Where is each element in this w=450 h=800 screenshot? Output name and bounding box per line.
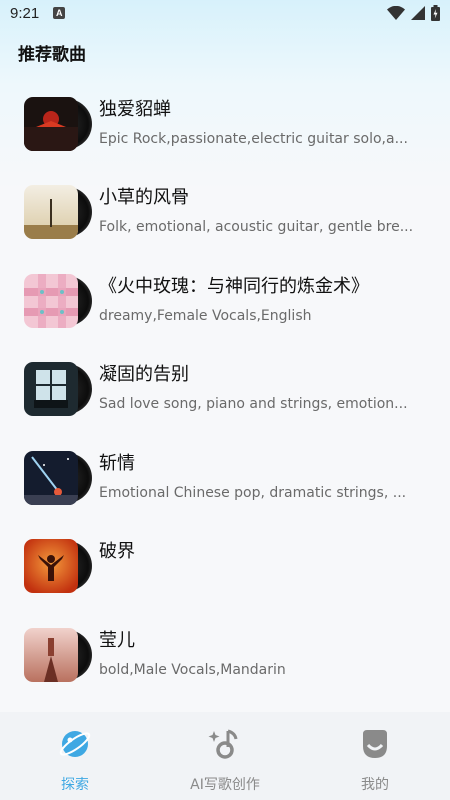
song-description: Sad love song, piano and strings, emotio…	[99, 396, 408, 412]
song-item-3[interactable]: 《火中玫瑰：与神同行的炼金术》 dreamy,Female Vocals,Eng…	[0, 261, 450, 341]
cell-signal-icon	[411, 6, 425, 20]
song-text: 破界	[99, 540, 434, 572]
status-bar: 9:21 A	[0, 0, 450, 26]
song-cover-2	[24, 185, 78, 239]
song-description: Emotional Chinese pop, dramatic strings,…	[99, 485, 407, 501]
song-text: 独爱貂蝉 Epic Rock,passionate,electric guita…	[99, 98, 434, 148]
song-item-7[interactable]: 莹儿 bold,Male Vocals,Mandarin	[0, 615, 450, 695]
battery-icon	[431, 5, 440, 21]
song-item-2[interactable]: 小草的风骨 Folk, emotional, acoustic guitar, …	[0, 172, 450, 252]
song-cover-wrap	[24, 97, 92, 151]
song-text: 《火中玫瑰：与神同行的炼金术》 dreamy,Female Vocals,Eng…	[99, 275, 434, 325]
tab-label: 探索	[61, 777, 89, 793]
song-text: 莹儿 bold,Male Vocals,Mandarin	[99, 629, 434, 679]
header: 推荐歌曲	[18, 40, 86, 65]
song-description: dreamy,Female Vocals,English	[99, 308, 312, 324]
song-cover-wrap	[24, 362, 92, 416]
song-item-1[interactable]: 独爱貂蝉 Epic Rock,passionate,electric guita…	[0, 84, 450, 164]
song-cover-3	[24, 274, 78, 328]
tab-explore[interactable]: 探索	[0, 712, 150, 800]
cover-art-pink-plaid	[24, 274, 78, 328]
song-item-4[interactable]: 凝固的告别 Sad love song, piano and strings, …	[0, 349, 450, 429]
song-title: 独爱貂蝉	[99, 99, 171, 120]
tab-mine[interactable]: 我的	[300, 712, 450, 800]
song-cover-wrap	[24, 274, 92, 328]
song-cover-7	[24, 628, 78, 682]
music-note-sparkle-icon	[208, 727, 242, 761]
song-cover-wrap	[24, 539, 92, 593]
page-title: 推荐歌曲	[18, 45, 86, 65]
song-title: 莹儿	[99, 630, 135, 651]
song-description: Epic Rock,passionate,electric guitar sol…	[99, 131, 408, 147]
notification-a-icon: A	[53, 7, 66, 19]
song-cover-4	[24, 362, 78, 416]
cover-art-fire-figure	[24, 539, 78, 593]
bottom-nav: 探索 AI写歌创作 我的	[0, 712, 450, 800]
status-left: 9:21 A	[10, 4, 66, 22]
song-text: 小草的风骨 Folk, emotional, acoustic guitar, …	[99, 186, 434, 236]
song-cover-wrap	[24, 451, 92, 505]
song-title: 凝固的告别	[99, 364, 189, 385]
song-text: 斩情 Emotional Chinese pop, dramatic strin…	[99, 452, 434, 502]
song-cover-6	[24, 539, 78, 593]
song-item-5[interactable]: 斩情 Emotional Chinese pop, dramatic strin…	[0, 438, 450, 518]
song-title: 小草的风骨	[99, 187, 189, 208]
song-cover-5	[24, 451, 78, 505]
profile-face-icon	[358, 727, 392, 761]
cover-art-dark-red	[24, 97, 78, 151]
status-right	[387, 5, 440, 21]
tab-label: AI写歌创作	[190, 777, 260, 793]
cover-art-piano-window	[24, 362, 78, 416]
song-title: 《火中玫瑰：与神同行的炼金术》	[99, 276, 369, 297]
song-title: 破界	[99, 541, 135, 562]
status-time: 9:21	[10, 4, 40, 22]
tab-ai-songwriting[interactable]: AI写歌创作	[150, 712, 300, 800]
cover-art-misty-stage	[24, 628, 78, 682]
song-description: bold,Male Vocals,Mandarin	[99, 662, 286, 678]
wifi-icon	[387, 6, 405, 20]
song-item-6[interactable]: 破界	[0, 526, 450, 606]
cover-art-meteor-night	[24, 451, 78, 505]
tab-label: 我的	[361, 777, 389, 793]
song-cover-wrap	[24, 185, 92, 239]
song-description: Folk, emotional, acoustic guitar, gentle…	[99, 219, 414, 235]
song-text: 凝固的告别 Sad love song, piano and strings, …	[99, 363, 434, 413]
song-title: 斩情	[99, 453, 135, 474]
song-cover-1	[24, 97, 78, 151]
cover-art-sunset-field	[24, 185, 78, 239]
song-cover-wrap	[24, 628, 92, 682]
explore-planet-icon	[58, 727, 92, 761]
